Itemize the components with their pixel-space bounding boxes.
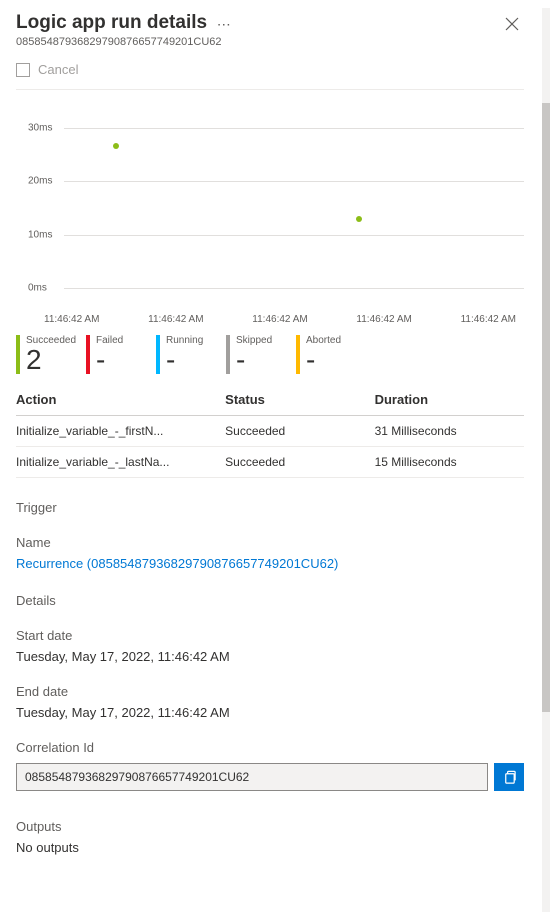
more-icon[interactable]: ⋯ bbox=[217, 16, 231, 33]
y-tick-label: 10ms bbox=[28, 229, 52, 240]
gridline bbox=[64, 181, 524, 182]
end-date-value: Tuesday, May 17, 2022, 11:46:42 AM bbox=[16, 705, 524, 720]
gridline bbox=[64, 288, 524, 289]
col-duration: Duration bbox=[375, 392, 524, 407]
cell-duration: 31 Milliseconds bbox=[375, 424, 524, 438]
status-color-bar bbox=[16, 335, 20, 374]
cancel-button: Cancel bbox=[16, 62, 524, 85]
copy-button[interactable] bbox=[494, 763, 524, 791]
start-date-label: Start date bbox=[16, 628, 524, 643]
gridline bbox=[64, 128, 524, 129]
cancel-label: Cancel bbox=[38, 62, 78, 77]
outputs-value: No outputs bbox=[16, 840, 524, 855]
close-button[interactable] bbox=[500, 12, 524, 36]
status-color-bar bbox=[86, 335, 90, 374]
correlation-id-field[interactable] bbox=[16, 763, 488, 791]
trigger-name-link[interactable]: Recurrence (0858548793682979087665774920… bbox=[16, 556, 524, 571]
cell-status: Succeeded bbox=[225, 455, 374, 469]
trigger-name-label: Name bbox=[16, 535, 524, 550]
x-tick-label: 11:46:42 AM bbox=[44, 314, 99, 325]
col-action: Action bbox=[16, 392, 225, 407]
duration-chart: 0ms 10ms 20ms 30ms bbox=[16, 108, 524, 308]
status-value: - bbox=[96, 346, 123, 374]
divider bbox=[16, 89, 524, 90]
status-item: Aborted - bbox=[296, 335, 366, 374]
outputs-section: Outputs bbox=[16, 819, 524, 834]
y-tick-label: 0ms bbox=[28, 283, 47, 294]
chart-point bbox=[356, 216, 362, 222]
correlation-id-label: Correlation Id bbox=[16, 740, 524, 755]
chart-point bbox=[113, 143, 119, 149]
x-tick-label: 11:46:42 AM bbox=[252, 314, 307, 325]
chart-x-axis: 11:46:42 AM 11:46:42 AM 11:46:42 AM 11:46:4… bbox=[16, 308, 524, 325]
table-row[interactable]: Initialize_variable_-_lastNa... Succeede… bbox=[16, 447, 524, 478]
status-value: 2 bbox=[26, 346, 76, 374]
status-color-bar bbox=[156, 335, 160, 374]
gridline bbox=[64, 235, 524, 236]
status-counts: Succeeded 2 Failed - Running - Skipped -… bbox=[16, 335, 524, 374]
status-value: - bbox=[166, 346, 203, 374]
cell-status: Succeeded bbox=[225, 424, 374, 438]
status-item: Succeeded 2 bbox=[16, 335, 86, 374]
cell-action: Initialize_variable_-_lastNa... bbox=[16, 455, 225, 469]
end-date-label: End date bbox=[16, 684, 524, 699]
cancel-box-icon bbox=[16, 63, 30, 77]
copy-icon bbox=[502, 770, 517, 785]
status-value: - bbox=[306, 346, 341, 374]
trigger-section: Trigger bbox=[16, 500, 524, 515]
actions-table: Action Status Duration Initialize_variab… bbox=[16, 384, 524, 478]
scrollbar-thumb[interactable] bbox=[542, 103, 550, 712]
x-tick-label: 11:46:42 AM bbox=[461, 314, 516, 325]
status-color-bar bbox=[226, 335, 230, 374]
cell-duration: 15 Milliseconds bbox=[375, 455, 524, 469]
table-row[interactable]: Initialize_variable_-_firstN... Succeede… bbox=[16, 416, 524, 447]
y-tick-label: 30ms bbox=[28, 123, 52, 134]
status-value: - bbox=[236, 346, 272, 374]
table-header: Action Status Duration bbox=[16, 384, 524, 416]
x-tick-label: 11:46:42 AM bbox=[148, 314, 203, 325]
status-item: Running - bbox=[156, 335, 226, 374]
status-color-bar bbox=[296, 335, 300, 374]
start-date-value: Tuesday, May 17, 2022, 11:46:42 AM bbox=[16, 649, 524, 664]
status-item: Skipped - bbox=[226, 335, 296, 374]
page-title: Logic app run details bbox=[16, 12, 207, 33]
scrollbar[interactable] bbox=[542, 8, 550, 912]
cell-action: Initialize_variable_-_firstN... bbox=[16, 424, 225, 438]
x-tick-label: 11:46:42 AM bbox=[356, 314, 411, 325]
details-section: Details bbox=[16, 593, 524, 608]
run-id: 08585487936829790876657749201CU62 bbox=[16, 36, 500, 48]
y-tick-label: 20ms bbox=[28, 176, 52, 187]
status-item: Failed - bbox=[86, 335, 156, 374]
col-status: Status bbox=[225, 392, 374, 407]
close-icon bbox=[505, 17, 519, 31]
